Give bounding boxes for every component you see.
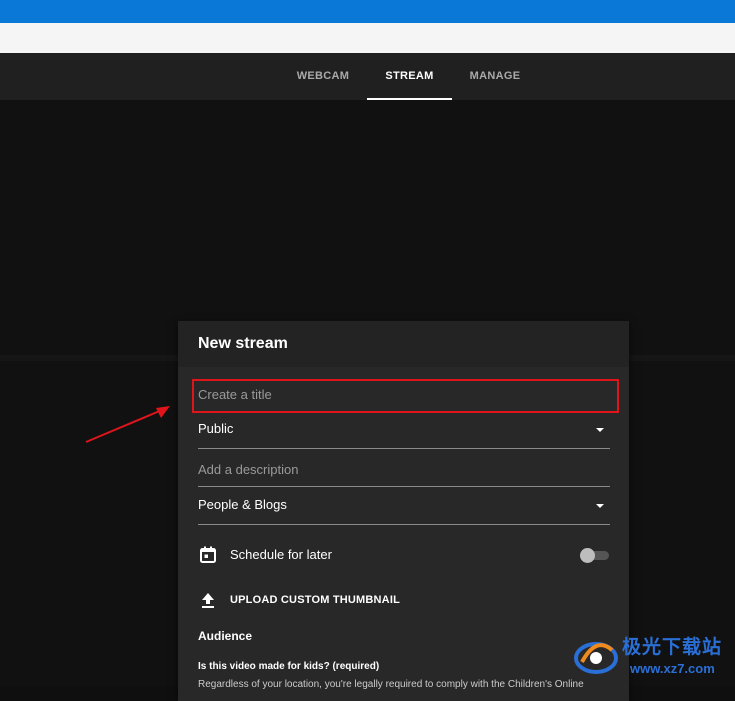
- dialog-header: New stream: [178, 321, 629, 367]
- studio-navbar: WEBCAM STREAM MANAGE: [0, 53, 735, 100]
- new-stream-dialog: New stream Public People & Blogs Schedul…: [178, 321, 629, 701]
- category-value: People & Blogs: [198, 497, 287, 512]
- highlight-box: [192, 379, 619, 413]
- toggle-knob: [580, 548, 595, 563]
- annotation-arrow: [85, 406, 170, 443]
- schedule-row: Schedule for later: [198, 543, 610, 567]
- tab-webcam[interactable]: WEBCAM: [285, 53, 361, 100]
- description-input[interactable]: [198, 458, 608, 480]
- watermark-line1: 极光下载站: [622, 637, 723, 658]
- calendar-icon: [200, 546, 216, 563]
- upload-thumbnail-label: UPLOAD CUSTOM THUMBNAIL: [230, 594, 400, 606]
- audience-title: Audience: [198, 629, 253, 643]
- tab-manage[interactable]: MANAGE: [458, 53, 532, 100]
- audience-body-text: Regardless of your location, you're lega…: [198, 679, 584, 690]
- kids-question: Is this video made for kids? (required): [198, 661, 380, 672]
- os-titlebar: [0, 0, 735, 23]
- schedule-toggle[interactable]: [580, 548, 610, 563]
- site-watermark: 极光下载站 www.xz7.com: [572, 628, 732, 684]
- dropdown-caret-icon: [596, 504, 604, 508]
- visibility-value: Public: [198, 421, 234, 436]
- watermark-logo-icon: [574, 642, 618, 674]
- visibility-select[interactable]: Public: [198, 414, 610, 449]
- dropdown-caret-icon: [596, 428, 604, 432]
- category-select[interactable]: People & Blogs: [198, 490, 610, 525]
- upload-icon: [202, 593, 214, 608]
- watermark-line2: www.xz7.com: [630, 661, 715, 676]
- browser-toolbar: [0, 23, 735, 54]
- upload-thumbnail-button[interactable]: UPLOAD CUSTOM THUMBNAIL: [198, 589, 610, 613]
- schedule-label: Schedule for later: [230, 547, 332, 562]
- description-field: [198, 452, 610, 487]
- dialog-title: New stream: [198, 335, 288, 352]
- tab-stream[interactable]: STREAM: [367, 53, 452, 100]
